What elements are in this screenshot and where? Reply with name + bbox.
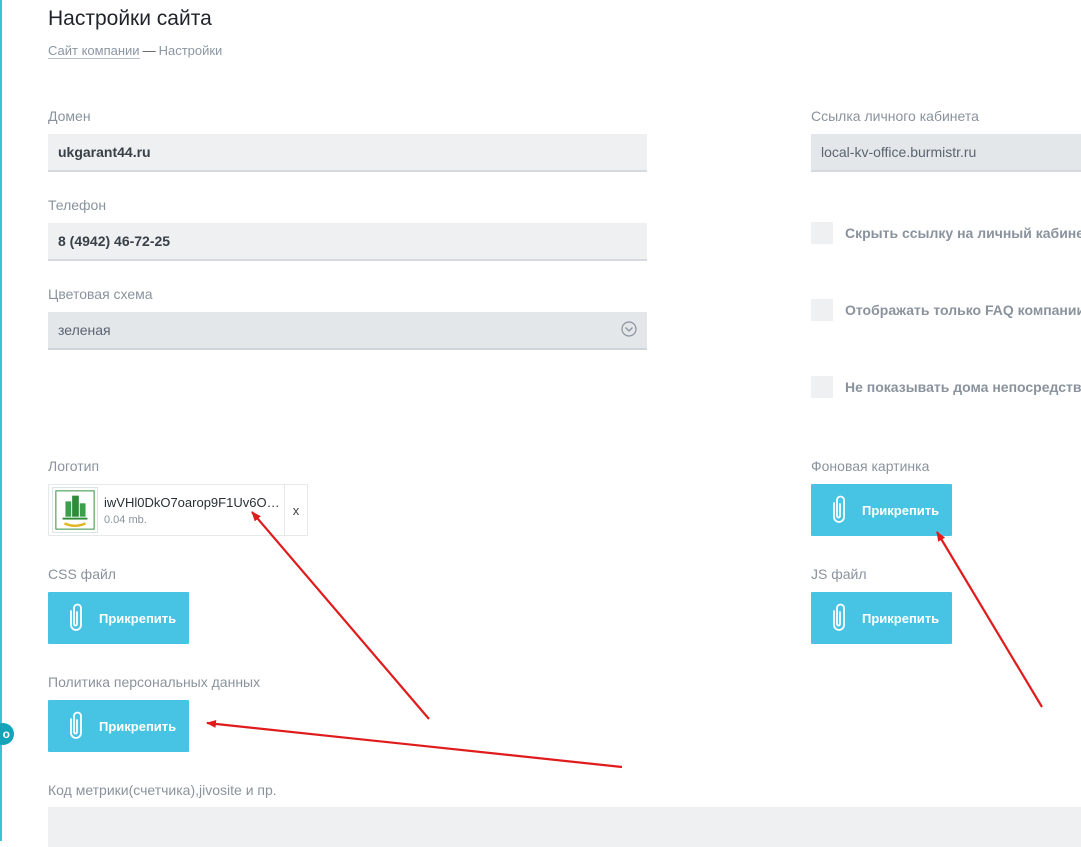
hide-cabinet-checkbox[interactable] (811, 222, 833, 244)
logo-file-name: iwVHl0DkO7oarop9F1Uv6O… (104, 494, 280, 510)
breadcrumb: Сайт компании — Настройки (48, 43, 223, 59)
policy-attach-label: Прикрепить (99, 718, 177, 734)
left-rail (0, 0, 2, 841)
paperclip-icon (833, 603, 845, 631)
hide-cabinet-label: Скрыть ссылку на личный кабинет (845, 225, 1081, 241)
cabinet-link-label: Ссылка личного кабинета (811, 108, 979, 124)
rail-badge[interactable]: o (0, 723, 14, 745)
color-scheme-select[interactable]: зеленая (48, 312, 647, 350)
css-attach-button[interactable]: Прикрепить (48, 592, 189, 644)
paperclip-icon (833, 495, 845, 523)
checkbox-row-faq-only[interactable]: Отображать только FAQ компании (811, 299, 1081, 321)
faq-only-checkbox[interactable] (811, 299, 833, 321)
color-scheme-label: Цветовая схема (48, 286, 153, 302)
policy-label: Политика персональных данных (48, 674, 261, 690)
logo-remove-button[interactable]: x (284, 485, 307, 535)
close-icon: x (292, 502, 300, 518)
breadcrumb-current: Настройки (158, 43, 223, 58)
paperclip-icon (70, 603, 82, 631)
annotation-arrow-background (936, 531, 1043, 708)
phone-label: Телефон (48, 197, 107, 213)
metrics-textarea[interactable] (48, 807, 1081, 847)
domain-label: Домен (48, 108, 91, 124)
hide-houses-label: Не показывать дома непосредствен (845, 379, 1081, 395)
paperclip-icon (70, 711, 82, 739)
checkbox-row-hide-cabinet[interactable]: Скрыть ссылку на личный кабинет (811, 222, 1081, 244)
js-attach-label: Прикрепить (862, 610, 940, 626)
logo-file-card: iwVHl0DkO7oarop9F1Uv6O… 0.04 mb. x (48, 484, 308, 536)
js-attach-button[interactable]: Прикрепить (811, 592, 952, 644)
breadcrumb-separator: — (142, 43, 156, 58)
hide-houses-checkbox[interactable] (811, 376, 833, 398)
logo-file-size: 0.04 mb. (104, 513, 147, 526)
logo-label: Логотип (48, 458, 100, 474)
chevron-down-icon (621, 321, 637, 337)
annotation-arrow-logo (251, 511, 430, 720)
color-scheme-value: зеленая (58, 322, 111, 338)
policy-attach-button[interactable]: Прикрепить (48, 700, 189, 752)
faq-only-label: Отображать только FAQ компании (845, 302, 1081, 318)
background-label: Фоновая картинка (811, 458, 930, 474)
checkbox-row-hide-houses[interactable]: Не показывать дома непосредствен (811, 376, 1081, 398)
css-label: CSS файл (48, 566, 116, 582)
js-label: JS файл (811, 566, 867, 582)
domain-input[interactable]: ukgarant44.ru (48, 134, 647, 172)
metrics-label: Код метрики(счетчика),jivosite и пр. (48, 782, 277, 798)
cabinet-link-input[interactable]: local-kv-office.burmistr.ru (811, 134, 1081, 172)
css-attach-label: Прикрепить (99, 610, 177, 626)
background-attach-label: Прикрепить (862, 502, 940, 518)
page-title: Настройки сайта (48, 7, 212, 30)
phone-input[interactable]: 8 (4942) 46-72-25 (48, 223, 647, 261)
logo-thumbnail-icon (52, 487, 98, 533)
breadcrumb-link-company[interactable]: Сайт компании (48, 43, 140, 59)
background-attach-button[interactable]: Прикрепить (811, 484, 952, 536)
annotation-arrow-policy (206, 719, 623, 769)
